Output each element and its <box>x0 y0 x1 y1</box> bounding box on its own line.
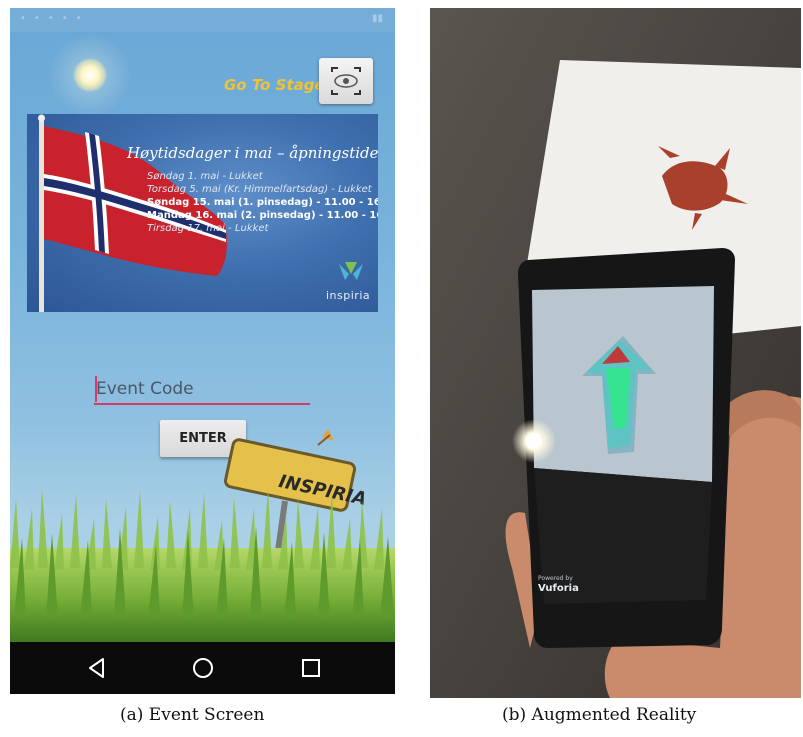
android-nav-bar <box>10 642 395 694</box>
event-code-input[interactable] <box>94 375 310 405</box>
scan-eye-icon <box>331 67 361 95</box>
status-system-icons: ▮▮ <box>371 13 383 24</box>
text-cursor <box>95 376 97 402</box>
banner-line: Mandag 16. mai (2. pinsedag) - 11.00 - 1… <box>147 210 378 221</box>
banner-line: Torsdag 5. mai (Kr. Himmelfartsdag) - Lu… <box>147 184 372 195</box>
banner-line: Søndag 15. mai (1. pinsedag) - 11.00 - 1… <box>147 197 378 208</box>
banner-line: Tirsdag 17. mai - Lukket <box>147 223 269 234</box>
status-notification-icons: ••••• <box>20 13 90 24</box>
banner-line: Søndag 1. mai - Lukket <box>147 171 263 182</box>
vuforia-watermark: Vuforia <box>538 583 579 594</box>
back-icon[interactable] <box>84 656 110 680</box>
inspiria-logo: inspiria <box>326 289 371 302</box>
sun-icon <box>73 58 107 92</box>
vuforia-powered-label: Powered by <box>538 575 573 582</box>
augmented-reality-photo: Powered by Vuforia <box>430 8 801 698</box>
caption-a: (a) Event Screen <box>120 705 265 725</box>
ar-scene-image <box>430 8 801 698</box>
status-bar: ••••• ▮▮ <box>10 8 395 32</box>
recents-icon[interactable] <box>298 656 324 680</box>
home-icon[interactable] <box>190 656 216 680</box>
caption-b: (b) Augmented Reality <box>502 705 697 725</box>
event-screen: ••••• ▮▮ Go To Stage... Høytidsdager i m… <box>10 8 395 694</box>
scan-button[interactable] <box>319 58 373 104</box>
grass-decoration <box>10 488 395 642</box>
opening-hours-banner: Høytidsdager i mai – åpningstider Søndag… <box>27 114 378 312</box>
banner-title: Høytidsdager i mai – åpningstider <box>127 144 378 162</box>
